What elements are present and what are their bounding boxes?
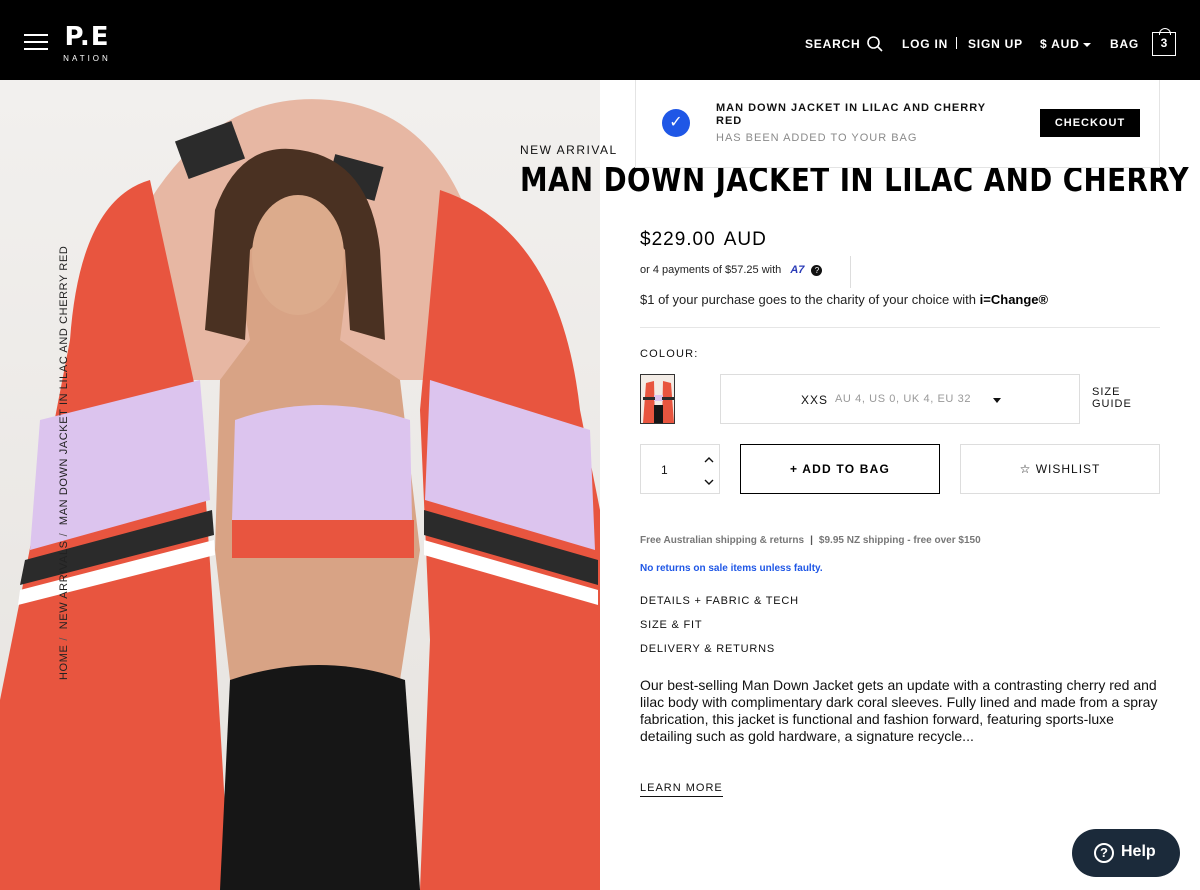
- product-price: $229.00 AUD: [640, 229, 767, 251]
- currency-selector[interactable]: $ AUD: [1040, 37, 1080, 51]
- charity-text: $1 of your purchase goes to the charity …: [640, 292, 977, 307]
- add-to-bag-button[interactable]: + ADD TO BAG: [740, 444, 940, 494]
- size-select[interactable]: XXS AU 4, US 0, UK 4, EU 32: [720, 374, 1080, 424]
- new-arrival-badge: NEW ARRIVAL: [520, 143, 618, 157]
- toast-title: MAN DOWN JACKET IN LILAC AND CHERRY RED: [716, 102, 986, 127]
- search-link[interactable]: SEARCH: [805, 37, 860, 51]
- price-amount: $229.00: [640, 229, 716, 250]
- toast-subtitle: HAS BEEN ADDED TO YOUR BAG: [716, 132, 918, 144]
- size-detail: AU 4, US 0, UK 4, EU 32: [835, 393, 972, 405]
- model-illustration: [0, 99, 600, 890]
- breadcrumb-new-arrivals[interactable]: NEW ARRIVALS: [58, 540, 70, 629]
- chevron-up-icon[interactable]: [703, 453, 715, 465]
- check-icon: ✓: [662, 109, 690, 137]
- logo-mark: P.E: [64, 22, 110, 52]
- menu-icon[interactable]: [24, 34, 48, 50]
- product-description: Our best-selling Man Down Jacket gets an…: [640, 677, 1158, 744]
- added-to-bag-toast: ✓ MAN DOWN JACKET IN LILAC AND CHERRY RE…: [635, 80, 1160, 168]
- bag-count: 3: [1160, 36, 1168, 50]
- shipping-nz: $9.95 NZ shipping - free over $150: [818, 535, 981, 546]
- divider: [640, 327, 1160, 328]
- afterpay-divider: [850, 256, 851, 288]
- chevron-down-icon[interactable]: [703, 475, 715, 487]
- shipping-au: Free Australian shipping & returns: [640, 535, 805, 546]
- checkout-button[interactable]: CHECKOUT: [1040, 109, 1140, 137]
- quantity-stepper[interactable]: 1: [640, 444, 720, 494]
- price-currency: AUD: [723, 229, 767, 250]
- wishlist-label: WISHLIST: [1035, 462, 1101, 476]
- bag-icon[interactable]: 3: [1152, 28, 1176, 56]
- login-link[interactable]: LOG IN: [902, 37, 948, 51]
- quantity-value: 1: [661, 463, 668, 477]
- nav-divider: [956, 37, 957, 49]
- afterpay-logo: A7: [790, 264, 805, 276]
- colour-label: COLOUR:: [640, 348, 699, 360]
- product-image: HOME/ NEW ARRIVALS/ MAN DOWN JACKET IN L…: [0, 80, 600, 890]
- colour-swatch[interactable]: [640, 374, 675, 424]
- size-value: XXS: [801, 393, 829, 407]
- no-returns-notice: No returns on sale items unless faulty.: [640, 563, 823, 574]
- breadcrumb-home[interactable]: HOME: [58, 645, 70, 680]
- site-header: P.E NATION SEARCH LOG IN SIGN UP $ AUD B…: [0, 0, 1200, 80]
- charity-brand: i=Change®: [979, 292, 1049, 307]
- accordion-details[interactable]: DETAILS + FABRIC & TECH: [640, 595, 799, 607]
- signup-link[interactable]: SIGN UP: [968, 37, 1023, 51]
- size-guide-link[interactable]: SIZE GUIDE: [1092, 386, 1152, 410]
- afterpay-help-icon[interactable]: ?: [811, 264, 823, 276]
- learn-more-link[interactable]: LEARN MORE: [640, 782, 723, 797]
- wishlist-button[interactable]: ☆ WISHLIST: [960, 444, 1160, 494]
- logo-sub: NATION: [63, 54, 111, 63]
- afterpay-info: or 4 payments of $57.25 with A7 ?: [640, 264, 823, 276]
- swatch-thumbnail: [641, 375, 674, 423]
- caret-down-icon: [1083, 43, 1091, 47]
- shipping-info: Free Australian shipping & returns | $9.95…: [640, 535, 981, 546]
- afterpay-text: or 4 payments of $57.25 with: [640, 264, 782, 276]
- caret-down-icon: [993, 398, 1001, 403]
- bag-link[interactable]: BAG: [1110, 37, 1139, 51]
- search-icon[interactable]: [866, 35, 884, 58]
- accordion-delivery[interactable]: DELIVERY & RETURNS: [640, 643, 775, 655]
- breadcrumb: HOME/ NEW ARRIVALS/ MAN DOWN JACKET IN L…: [58, 245, 70, 680]
- accordion-size-fit[interactable]: SIZE & FIT: [640, 619, 702, 631]
- logo[interactable]: P.E NATION: [60, 22, 114, 66]
- help-icon: ?: [1094, 843, 1114, 863]
- help-label: Help: [1121, 843, 1156, 860]
- charity-info: $1 of your purchase goes to the charity …: [640, 292, 1048, 307]
- star-icon: ☆: [1019, 462, 1032, 476]
- breadcrumb-current: MAN DOWN JACKET IN LILAC AND CHERRY RED: [58, 245, 70, 526]
- help-button[interactable]: ? Help: [1072, 829, 1180, 877]
